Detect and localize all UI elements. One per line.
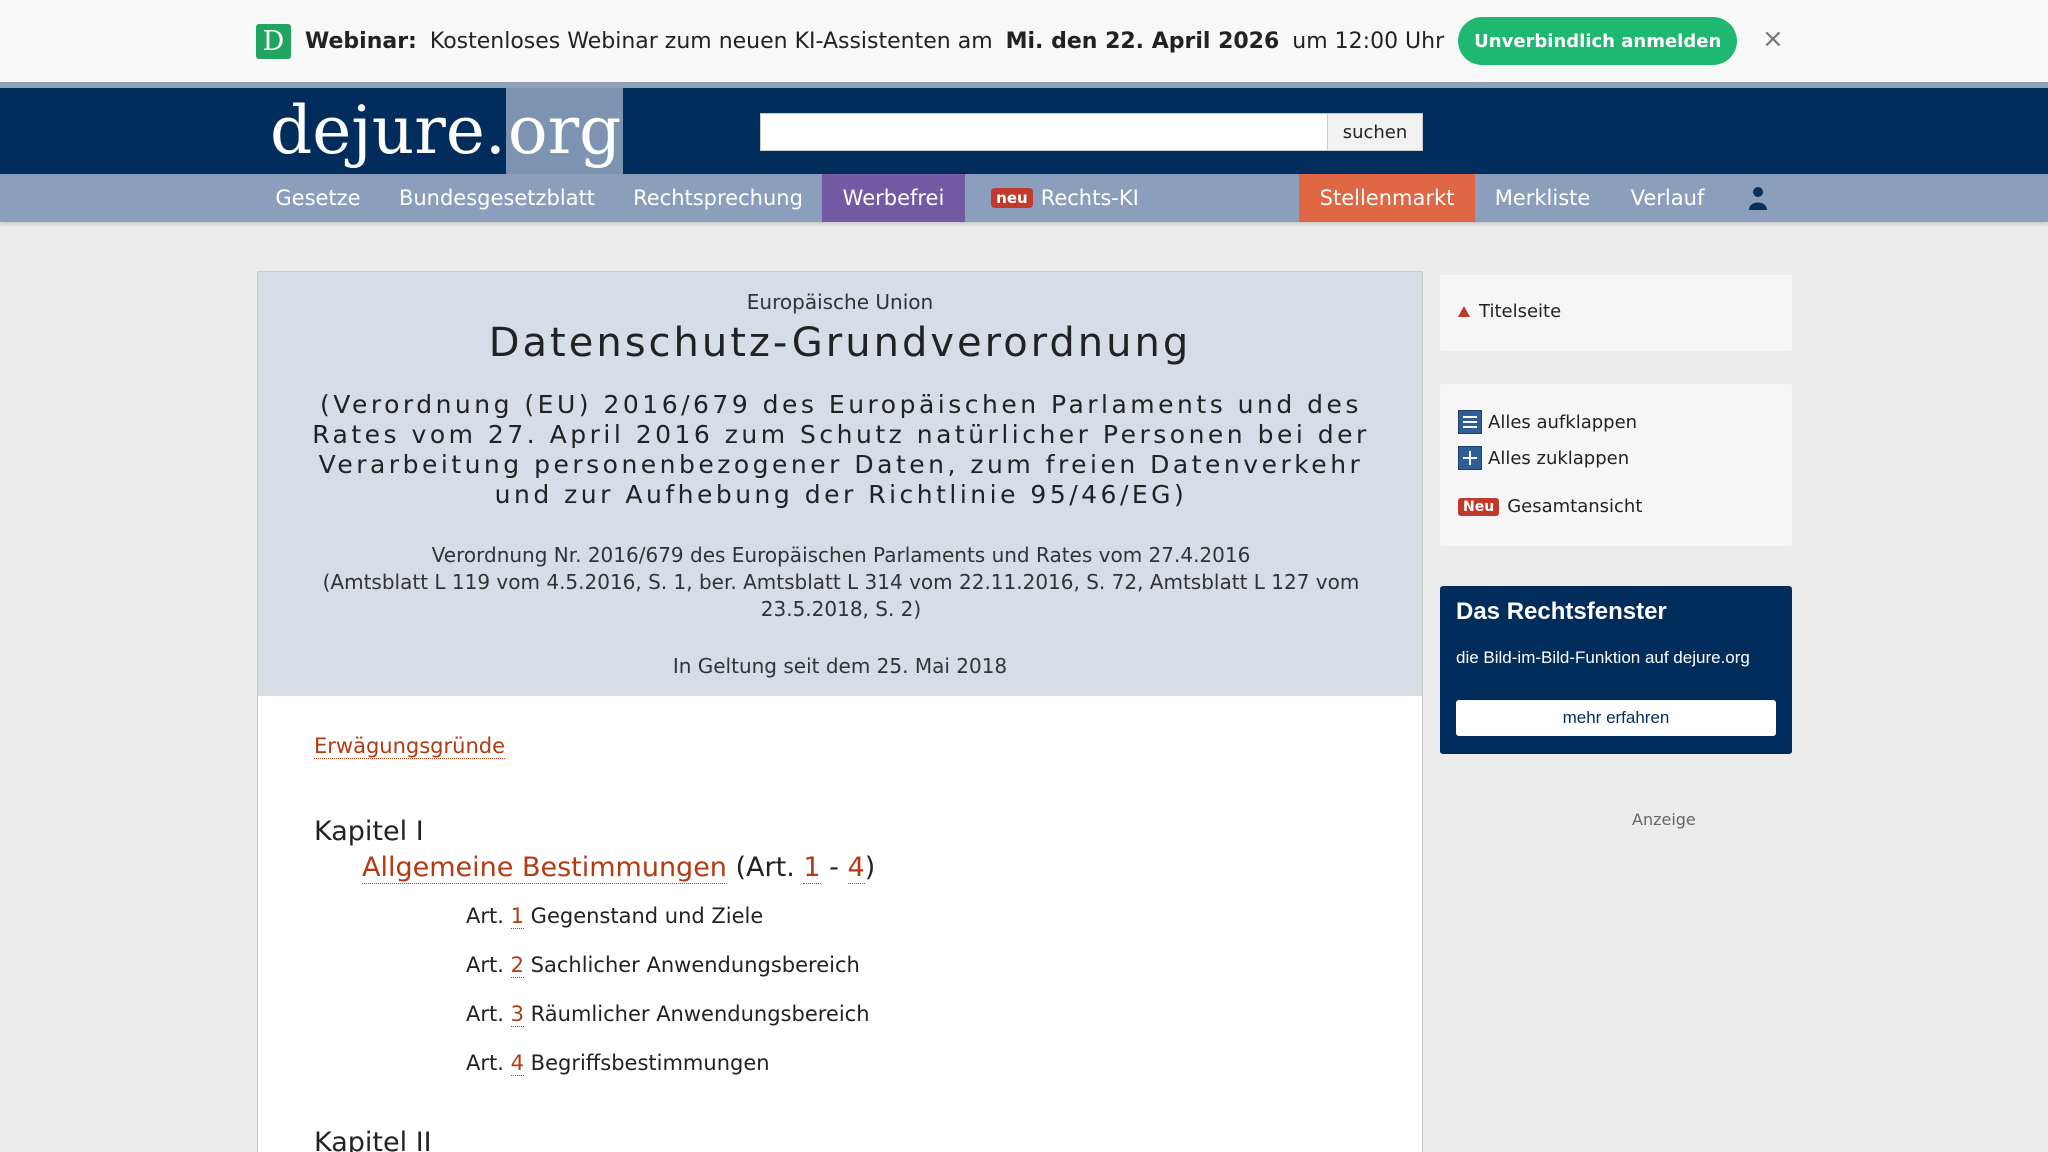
search-input[interactable] xyxy=(760,113,1423,151)
document-union: Europäische Union xyxy=(746,290,934,314)
alles-aufklappen-label: Alles aufklappen xyxy=(1488,411,1638,433)
nav-rechtsprechung[interactable]: Rechtsprechung xyxy=(614,174,822,222)
document-header: Europäische Union Datenschutz-Grundveror… xyxy=(258,272,1422,696)
article-number-link[interactable]: 3 xyxy=(510,1002,524,1027)
reference-line-1: Verordnung Nr. 2016/679 des Europäischen… xyxy=(431,543,1251,567)
chapter-heading: Kapitel I xyxy=(314,816,424,847)
article-number-link[interactable]: 4 xyxy=(510,1051,524,1076)
site-logo[interactable]: dejure. org xyxy=(270,88,624,174)
neu-badge: Neu xyxy=(1458,497,1500,516)
document-panel: Europäische Union Datenschutz-Grundveror… xyxy=(257,271,1423,1152)
logo-org: org xyxy=(505,88,624,174)
banner-close-icon[interactable]: × xyxy=(1762,24,1784,54)
webinar-banner: D Webinar: Kostenloses Webinar zum neuen… xyxy=(0,0,2048,82)
titelseite-link[interactable]: Titelseite xyxy=(1458,301,1561,322)
banner-date: Mi. den 22. April 2026 xyxy=(1005,28,1280,54)
article-prefix: Art. xyxy=(466,904,504,928)
in-force-date: In Geltung seit dem 25. Mai 2018 xyxy=(672,654,1008,678)
article-row: Art. 3 Räumlicher Anwendungsbereich xyxy=(466,1002,870,1027)
article-prefix: Art. xyxy=(466,1002,504,1026)
nav-verlauf[interactable]: Verlauf xyxy=(1610,174,1725,222)
article-number-link[interactable]: 2 xyxy=(510,953,524,978)
rechtsfenster-promo: Das Rechtsfenster die Bild-im-Bild-Funkt… xyxy=(1440,586,1792,754)
nav-werbefrei[interactable]: Werbefrei xyxy=(822,174,965,222)
banner-label: Webinar: xyxy=(305,28,417,54)
banner-text: Kostenloses Webinar zum neuen KI-Assiste… xyxy=(429,28,993,54)
nav-gesetze[interactable]: Gesetze xyxy=(256,174,380,222)
main-nav: Gesetze Bundesgesetzblatt Rechtsprechung… xyxy=(0,174,2048,222)
chapter-title-link[interactable]: Allgemeine Bestimmungen xyxy=(362,852,727,884)
nav-merkliste[interactable]: Merkliste xyxy=(1475,174,1610,222)
article-row: Art. 1 Gegenstand und Ziele xyxy=(466,904,764,929)
mehr-erfahren-button[interactable]: mehr erfahren xyxy=(1456,700,1776,736)
nav-stellenmarkt[interactable]: Stellenmarkt xyxy=(1299,174,1475,222)
titelseite-label: Titelseite xyxy=(1479,301,1562,322)
article-prefix: Art. xyxy=(466,1051,504,1075)
article-number-link[interactable]: 1 xyxy=(510,904,524,929)
document-subtitle: (Verordnung (EU) 2016/679 des Europäisch… xyxy=(312,390,1370,509)
triangle-up-icon xyxy=(1458,306,1470,317)
rechtsfenster-text: die Bild-im-Bild-Funktion auf dejure.org xyxy=(1456,648,1750,667)
article-title: Räumlicher Anwendungsbereich xyxy=(530,1002,870,1026)
gesamtansicht-link[interactable]: Neu Gesamtansicht xyxy=(1458,496,1642,517)
banner-time: um 12:00 Uhr xyxy=(1292,28,1445,54)
article-title: Sachlicher Anwendungsbereich xyxy=(530,953,860,977)
webinar-register-button[interactable]: Unverbindlich anmelden xyxy=(1458,17,1738,65)
expand-all-icon xyxy=(1458,410,1482,434)
sidebar-tools-box: Alles aufklappen Alles zuklappen Neu Ges… xyxy=(1440,384,1792,546)
logo-dejure: dejure. xyxy=(270,92,506,169)
chapter-range-from-link[interactable]: 1 xyxy=(803,852,821,884)
chapter-range-to-link[interactable]: 4 xyxy=(847,852,865,884)
chapter-range-close: ) xyxy=(864,852,876,883)
chapter-title-row: Allgemeine Bestimmungen (Art. 1 - 4) xyxy=(362,852,876,884)
alles-aufklappen-link[interactable]: Alles aufklappen xyxy=(1458,410,1637,434)
article-title: Begriffsbestimmungen xyxy=(530,1051,770,1075)
collapse-all-icon xyxy=(1458,446,1482,470)
nav-bundesgesetzblatt[interactable]: Bundesgesetzblatt xyxy=(380,174,614,222)
neu-badge: neu xyxy=(991,188,1033,208)
alles-zuklappen-link[interactable]: Alles zuklappen xyxy=(1458,446,1629,470)
page-title: Datenschutz-Grundverordnung xyxy=(488,320,1192,366)
article-prefix: Art. xyxy=(466,953,504,977)
chapter-range-dash: - xyxy=(829,852,839,883)
sidebar-nav-box: Titelseite xyxy=(1440,275,1792,351)
dejure-d-logo-icon: D xyxy=(256,23,291,59)
nav-rechts-ki-label: Rechts-KI xyxy=(1040,186,1139,210)
ad-label: Anzeige xyxy=(1632,810,1696,829)
erwaegungsgruende-link[interactable]: Erwägungsgründe xyxy=(314,734,505,759)
banner-content: D Webinar: Kostenloses Webinar zum neuen… xyxy=(256,17,1738,65)
user-icon[interactable] xyxy=(1738,174,1778,222)
article-title: Gegenstand und Ziele xyxy=(530,904,764,928)
chapter-heading: Kapitel II xyxy=(314,1127,432,1152)
nav-rechts-ki[interactable]: neu Rechts-KI xyxy=(965,174,1165,222)
article-row: Art. 2 Sachlicher Anwendungsbereich xyxy=(466,953,860,978)
document-reference: Verordnung Nr. 2016/679 des Europäischen… xyxy=(278,542,1404,623)
alles-zuklappen-label: Alles zuklappen xyxy=(1488,447,1630,469)
site-header: dejure. org suchen xyxy=(0,88,2048,174)
gesamtansicht-label: Gesamtansicht xyxy=(1507,496,1643,517)
chapter-range-open: (Art. xyxy=(735,852,795,883)
article-row: Art. 4 Begriffsbestimmungen xyxy=(466,1051,770,1076)
search-button[interactable]: suchen xyxy=(1327,113,1423,151)
reference-line-2: (Amtsblatt L 119 vom 4.5.2016, S. 1, ber… xyxy=(322,570,1360,621)
rechtsfenster-title: Das Rechtsfenster xyxy=(1456,598,1667,625)
